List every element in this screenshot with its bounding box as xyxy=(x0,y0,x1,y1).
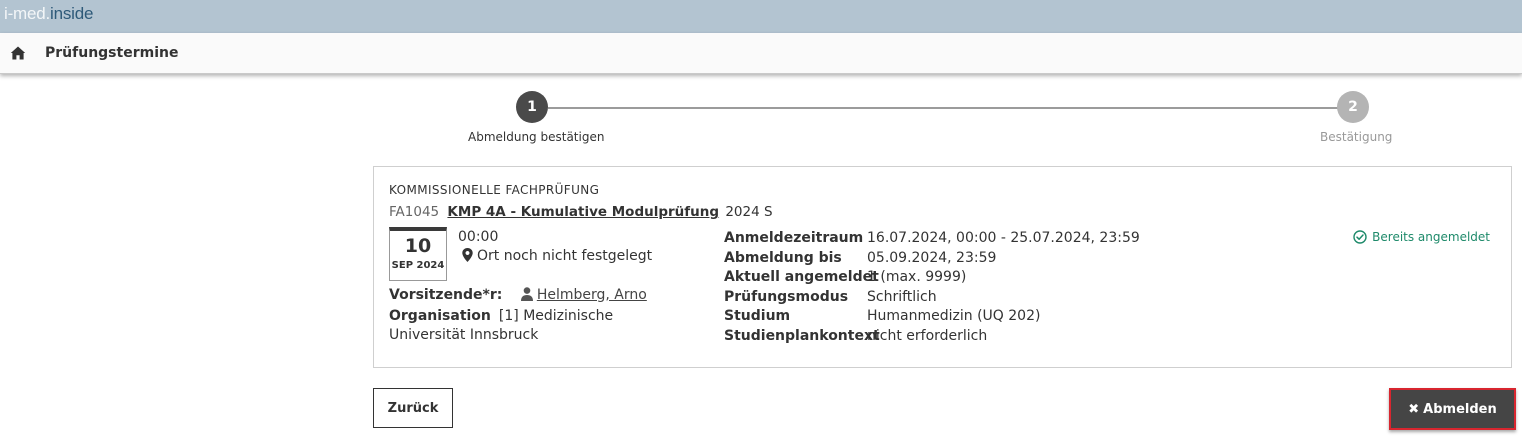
detail-label: Abmeldung bis xyxy=(724,249,842,266)
detail-value: 1 (max. 9999) xyxy=(867,269,967,285)
home-icon[interactable] xyxy=(10,45,26,61)
map-pin-icon xyxy=(462,248,473,262)
exam-card: KOMMISSIONELLE FACHPRÜFUNG FA1045 KMP 4A… xyxy=(373,166,1512,368)
status-text: Bereits angemeldet xyxy=(1372,230,1490,244)
deregister-label: Abmelden xyxy=(1423,401,1497,417)
exam-location: Ort noch nicht festgelegt xyxy=(462,248,652,264)
step-1-circle: 1 xyxy=(516,91,548,123)
brand-part-2: inside xyxy=(50,4,94,23)
detail-label: Aktuell angemeldet xyxy=(724,269,879,285)
sub-header: Prüfungstermine xyxy=(0,33,1522,74)
exam-code: FA1045 xyxy=(389,204,440,220)
close-icon: ✖ xyxy=(1408,401,1420,417)
detail-row: Abmeldung bis 05.09.2024, 23:59 xyxy=(724,249,1140,269)
organisation-label: Organisation xyxy=(389,308,491,324)
step-2-circle: 2 xyxy=(1337,91,1369,123)
detail-value: nicht erforderlich xyxy=(867,327,988,344)
detail-row: Prüfungsmodus Schriftlich xyxy=(724,288,1140,308)
detail-value: 05.09.2024, 23:59 xyxy=(867,249,997,266)
exam-time: 00:00 xyxy=(458,229,499,245)
check-circle-icon xyxy=(1353,230,1367,244)
detail-row: Anmeldezeitraum 16.07.2024, 00:00 - 25.07… xyxy=(724,229,1140,249)
exam-location-text: Ort noch nicht festgelegt xyxy=(477,248,653,264)
detail-value: Schriftlich xyxy=(867,288,937,305)
detail-label: Studium xyxy=(724,308,791,324)
deregister-button[interactable]: ✖ Abmelden xyxy=(1389,388,1516,430)
detail-label: Studienplankontext xyxy=(724,327,880,344)
date-badge: 10 SEP 2024 xyxy=(389,227,447,281)
brand-logo[interactable]: i-med.inside xyxy=(4,3,93,25)
detail-label: Prüfungsmodus xyxy=(724,288,849,305)
stepper-line xyxy=(548,107,1338,109)
detail-row: Aktuell angemeldet1 (max. 9999) xyxy=(724,268,1140,288)
exam-semester: 2024 S xyxy=(725,204,773,220)
chair-label: Vorsitzende*r: xyxy=(389,287,503,303)
exam-type: KOMMISSIONELLE FACHPRÜFUNG xyxy=(389,183,600,197)
brand-part-1: i-med. xyxy=(4,4,51,23)
organisation-row: Organisation [1] Medizinische Universität… xyxy=(389,307,689,345)
chair-row: Vorsitzende*r: Helmberg, Arno xyxy=(389,287,647,303)
status-badge: Bereits angemeldet xyxy=(1353,230,1490,244)
person-icon xyxy=(520,287,533,301)
detail-row: Studium Humanmedizin (UQ 202) xyxy=(724,307,1140,327)
detail-value: Humanmedizin (UQ 202) xyxy=(867,308,1041,324)
detail-value: 16.07.2024, 00:00 - 25.07.2024, 23:59 xyxy=(867,230,1140,246)
exam-details: Anmeldezeitraum 16.07.2024, 00:00 - 25.07… xyxy=(724,229,1140,346)
chair-name-link[interactable]: Helmberg, Arno xyxy=(537,287,647,303)
exam-title-row: FA1045 KMP 4A - Kumulative Modulprüfung … xyxy=(389,204,773,220)
detail-row: Studienplankontextnicht erforderlich xyxy=(724,327,1140,347)
step-2-label: Bestätigung xyxy=(1320,130,1393,144)
page-title: Prüfungstermine xyxy=(45,45,179,61)
detail-label: Anmeldezeitraum xyxy=(724,230,864,246)
top-bar: i-med.inside xyxy=(0,0,1522,33)
date-day: 10 xyxy=(404,235,432,257)
back-button[interactable]: Zurück xyxy=(373,388,453,428)
exam-name-link[interactable]: KMP 4A - Kumulative Modulprüfung xyxy=(447,204,719,220)
step-1-label: Abmeldung bestätigen xyxy=(468,130,605,144)
date-month-year: SEP 2024 xyxy=(391,260,445,271)
